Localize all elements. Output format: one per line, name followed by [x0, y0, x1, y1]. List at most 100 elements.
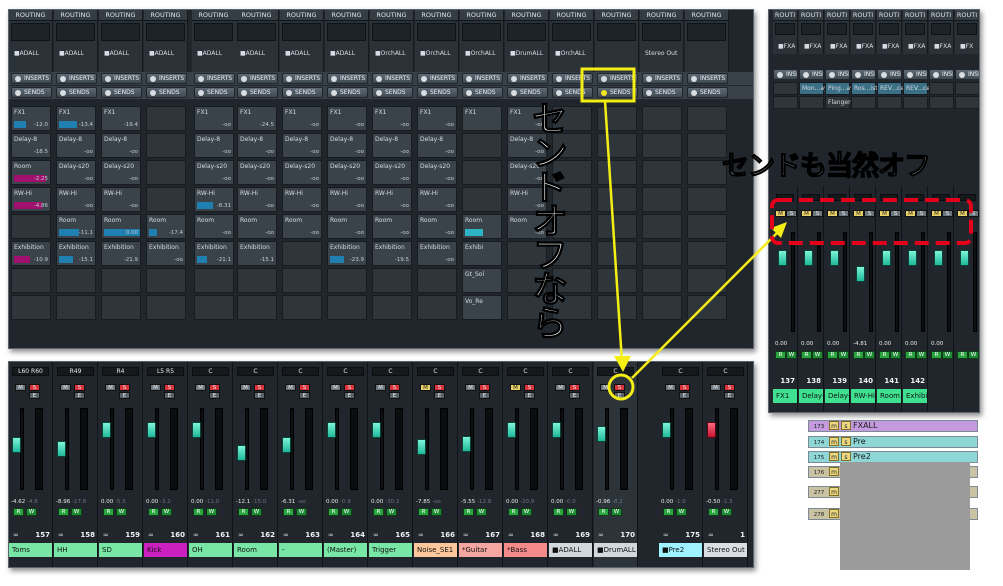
solo-button[interactable]: S — [890, 210, 901, 217]
pan-control[interactable] — [828, 194, 846, 201]
inserts-tab[interactable]: INSERTS — [417, 73, 458, 84]
routing-output-label[interactable]: ■ADALL — [56, 48, 95, 59]
channel-name[interactable]: Toms — [9, 543, 52, 557]
read-button[interactable]: R — [58, 508, 69, 516]
send-slot[interactable]: FX1 -oo — [282, 106, 322, 131]
edit-button[interactable]: E — [434, 392, 445, 399]
power-icon[interactable] — [105, 76, 111, 82]
write-button[interactable]: W — [864, 351, 875, 359]
power-icon[interactable] — [241, 90, 247, 96]
write-button[interactable]: W — [341, 508, 352, 516]
read-button[interactable]: R — [238, 508, 249, 516]
send-level-bar[interactable] — [330, 256, 344, 263]
link-icon[interactable]: ∞ — [283, 530, 289, 540]
send-slot[interactable]: FX1 -oo — [327, 106, 367, 131]
send-slot[interactable]: RW-Hi -oo — [101, 187, 141, 212]
power-icon[interactable] — [466, 90, 472, 96]
routing-input-box[interactable] — [327, 23, 366, 41]
routing-output-label[interactable]: ■ADALL — [282, 48, 321, 59]
insert-slot[interactable]: REV...ce — [877, 82, 904, 95]
send-slot[interactable] — [146, 133, 186, 158]
routing-output-label[interactable]: ■OrchALL — [417, 48, 456, 59]
routing-output-label[interactable]: ■FXALL — [853, 41, 873, 52]
mute-button[interactable]: M — [420, 384, 431, 391]
routing-input-box[interactable] — [146, 23, 185, 41]
link-icon[interactable]: ∞ — [508, 530, 514, 540]
send-level-bar[interactable] — [149, 229, 157, 236]
edit-button[interactable]: E — [119, 392, 130, 399]
send-slot[interactable]: Vo_Re — [462, 295, 502, 320]
routing-input-box[interactable] — [957, 23, 977, 35]
send-slot[interactable]: Delay-8 -oo — [417, 133, 457, 158]
insert-slot[interactable] — [929, 96, 954, 109]
channel-name[interactable]: *Guitar — [459, 543, 502, 557]
read-button[interactable]: R — [931, 351, 942, 359]
mute-button[interactable]: M — [905, 210, 916, 217]
read-button[interactable]: R — [801, 351, 812, 359]
channel-name[interactable]: Kick — [144, 543, 187, 557]
right-inserts-tab[interactable]: INSER — [955, 69, 979, 80]
send-slot[interactable] — [146, 187, 186, 212]
routing-input-box[interactable] — [801, 23, 821, 35]
power-icon[interactable] — [933, 72, 939, 78]
solo-button[interactable]: S — [569, 384, 580, 391]
inserts-tab[interactable]: INSERTS — [11, 73, 52, 84]
fader-knob[interactable] — [237, 445, 246, 462]
track-mute-button[interactable]: m — [829, 467, 839, 476]
right-inserts-tab[interactable]: INSER — [877, 69, 902, 80]
send-slot[interactable]: Delay-8 -oo — [237, 133, 277, 158]
pan-control[interactable]: C — [662, 367, 699, 376]
send-slot[interactable]: FX1 -oo — [417, 106, 457, 131]
solo-button[interactable]: S — [119, 384, 130, 391]
link-icon[interactable]: ∞ — [598, 530, 604, 540]
routing-input-box[interactable] — [931, 23, 951, 35]
routing-input-box[interactable] — [282, 23, 321, 41]
send-slot[interactable] — [687, 295, 727, 320]
routing-output-label[interactable]: ■FXALL — [775, 41, 795, 52]
inserts-tab[interactable]: INSERTS — [146, 73, 187, 84]
pan-control[interactable]: L5 R5 — [147, 367, 184, 376]
power-icon[interactable] — [286, 90, 292, 96]
routing-output-label[interactable]: ■DrumALL — [507, 48, 546, 59]
send-slot[interactable]: Room -17.4 — [146, 214, 186, 239]
mute-button[interactable]: M — [853, 210, 864, 217]
power-icon[interactable] — [15, 90, 21, 96]
solo-button[interactable]: S — [209, 384, 220, 391]
solo-button[interactable]: S — [479, 384, 490, 391]
routing-input-box[interactable] — [597, 23, 636, 41]
inserts-tab[interactable]: INSERTS — [237, 73, 278, 84]
mute-button[interactable]: M — [665, 384, 676, 391]
sends-tab[interactable]: SENDS — [101, 87, 142, 98]
fader-knob[interactable] — [12, 436, 21, 453]
send-slot[interactable] — [146, 295, 186, 320]
fader-knob[interactable] — [960, 250, 969, 266]
sends-tab[interactable]: SENDS — [11, 87, 52, 98]
inserts-tab[interactable]: INSERTS — [687, 73, 728, 84]
sends-tab[interactable]: SENDS — [417, 87, 458, 98]
send-slot[interactable]: FX1 -24.5 — [237, 106, 277, 131]
solo-button[interactable]: S — [29, 384, 40, 391]
read-button[interactable]: R — [418, 508, 429, 516]
fader-knob[interactable] — [552, 422, 561, 439]
channel-name[interactable]: HH — [54, 543, 97, 557]
routing-input-box[interactable] — [372, 23, 411, 41]
channel-name[interactable]: RW-Hi — [851, 389, 875, 403]
pan-control[interactable]: L60 R60 — [12, 367, 49, 376]
inserts-tab[interactable]: INSERTS — [462, 73, 503, 84]
inserts-tab[interactable]: INSERTS — [56, 73, 97, 84]
send-slot[interactable]: Delay-s20 -oo — [282, 160, 322, 185]
write-button[interactable]: W — [521, 508, 532, 516]
pan-control[interactable]: C — [282, 367, 319, 376]
link-icon[interactable]: ∞ — [663, 530, 669, 540]
power-icon[interactable] — [466, 76, 472, 82]
read-button[interactable]: R — [553, 508, 564, 516]
power-icon[interactable] — [150, 90, 156, 96]
send-slot[interactable] — [597, 133, 637, 158]
send-slot[interactable]: Delay-8 -oo — [56, 133, 96, 158]
pan-control[interactable] — [854, 194, 872, 201]
write-button[interactable]: W — [71, 508, 82, 516]
send-slot[interactable] — [146, 160, 186, 185]
edit-button[interactable]: E — [389, 392, 400, 399]
send-slot[interactable] — [146, 268, 186, 293]
write-button[interactable]: W — [812, 351, 823, 359]
